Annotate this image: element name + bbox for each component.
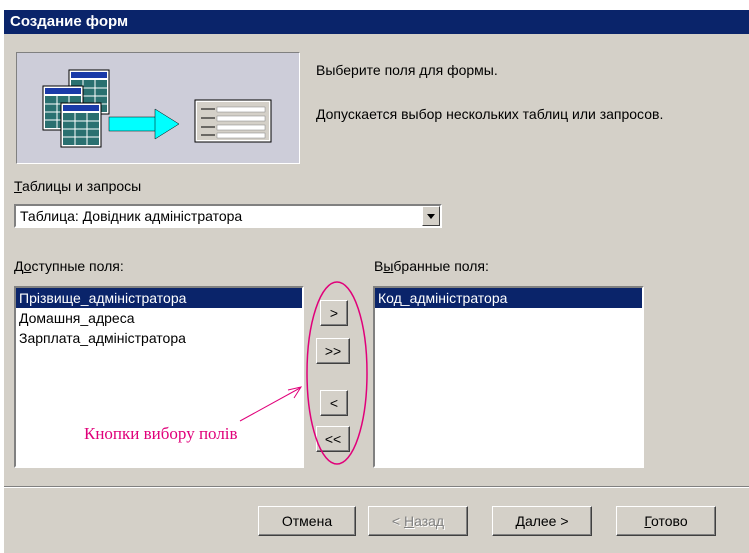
back-button[interactable]: < Назад: [368, 506, 468, 536]
window-title: Создание форм: [10, 13, 129, 30]
annotation-label: Кнопки вибору полів: [84, 424, 238, 443]
annotation-ellipse: [306, 281, 368, 465]
finish-button[interactable]: Готово: [616, 506, 716, 536]
footer-separator: [4, 486, 749, 488]
title-bar: Создание форм: [0, 0, 749, 34]
next-button[interactable]: Далее >: [492, 506, 592, 536]
annotation-overlay: [239, 281, 368, 465]
annotation-arrow: [239, 387, 301, 422]
dialog-body: Выберите поля для формы. Допускается выб…: [4, 34, 749, 553]
cancel-button[interactable]: Отмена: [258, 506, 356, 536]
